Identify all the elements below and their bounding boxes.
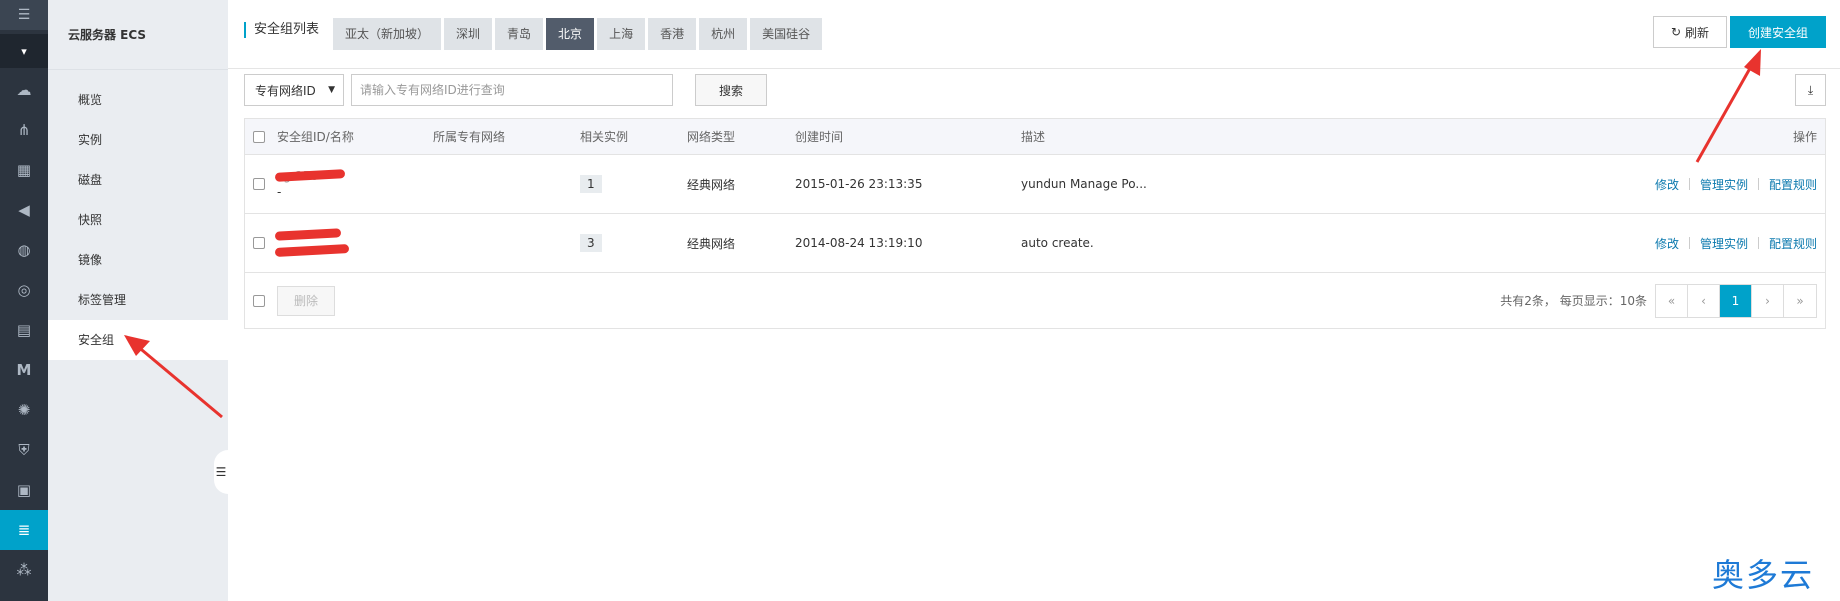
divider [1757, 237, 1759, 249]
configure-rules-link[interactable]: 配置规则 [1769, 176, 1817, 193]
refresh-button[interactable]: ↻ 刷新 [1653, 16, 1727, 48]
menu-icon[interactable]: ☰ [0, 0, 48, 30]
shield-icon[interactable]: ⛨ [0, 430, 48, 470]
divider [1688, 237, 1690, 249]
tab-region-qingdao[interactable]: 青岛 [495, 18, 544, 50]
instance-count[interactable]: 3 [580, 234, 602, 252]
cloud-icon[interactable]: ☁ [0, 70, 48, 110]
sidebar-title: 云服务器 ECS [48, 0, 228, 70]
monitor-icon[interactable]: ▣ [0, 470, 48, 510]
sidebar-item-security-groups[interactable]: 安全组 [48, 320, 228, 360]
sidebar-item-disks[interactable]: 磁盘 [48, 160, 228, 200]
tab-region-silicon-valley[interactable]: 美国硅谷 [750, 18, 823, 50]
export-icon[interactable]: ⤓ [1795, 74, 1826, 106]
tab-region-hongkong[interactable]: 香港 [648, 18, 697, 50]
tab-region-shanghai[interactable]: 上海 [597, 18, 646, 50]
product-sidebar: 云服务器 ECS 概览 实例 磁盘 快照 镜像 标签管理 安全组 ☰ [48, 0, 228, 601]
pagination-summary: 共有2条， 每页显示：10条 [1500, 294, 1647, 308]
tab-region-shenzhen[interactable]: 深圳 [444, 18, 493, 50]
configure-rules-link[interactable]: 配置规则 [1769, 235, 1817, 252]
top-bar: 安全组列表 亚太（新加坡） 深圳 青岛 北京 上海 香港 杭州 美国硅谷 ↻ 刷… [228, 0, 1840, 69]
storage-icon[interactable]: ▤ [0, 310, 48, 350]
next-page-button[interactable]: › [1752, 284, 1784, 317]
sidebar-item-snapshots[interactable]: 快照 [48, 200, 228, 240]
network-icon[interactable]: ⋔ [0, 110, 48, 150]
row-checkbox[interactable] [253, 178, 265, 190]
instance-count[interactable]: 1 [580, 175, 602, 193]
search-input[interactable] [351, 74, 673, 106]
redaction-mark [274, 244, 350, 257]
megaphone-icon[interactable]: ◀ [0, 190, 48, 230]
chevron-down-icon: ▼ [328, 85, 335, 95]
divider [1757, 178, 1759, 190]
sidebar-item-images[interactable]: 镜像 [48, 240, 228, 280]
page-1-button[interactable]: 1 [1720, 284, 1752, 317]
table-row: 3 经典网络 2014-08-24 13:19:10 auto create. … [245, 214, 1825, 273]
edit-link[interactable]: 修改 [1655, 235, 1679, 252]
globe-icon[interactable]: ◍ [0, 230, 48, 270]
manage-instances-link[interactable]: 管理实例 [1700, 235, 1748, 252]
tab-region-hangzhou[interactable]: 杭州 [699, 18, 748, 50]
security-group-table: 安全组ID/名称 所属专有网络 相关实例 网络类型 创建时间 描述 操作 sg-… [244, 118, 1826, 329]
prev-page-button[interactable]: ‹ [1688, 284, 1720, 317]
edit-link[interactable]: 修改 [1655, 176, 1679, 193]
icon-rail: ☰ ▾ ☁ ⋔ ▦ ◀ ◍ ◎ ▤ M ✺ ⛨ ▣ ≣ ⁂ [0, 0, 48, 601]
divider [1688, 178, 1690, 190]
sidebar-item-instances[interactable]: 实例 [48, 120, 228, 160]
filter-type-value: 专有网络ID [255, 83, 316, 98]
delete-button[interactable]: 删除 [277, 285, 335, 316]
security-group-name: - [277, 185, 282, 199]
gear-cloud-icon[interactable]: ✺ [0, 390, 48, 430]
first-page-button[interactable]: « [1656, 284, 1688, 317]
main-content: 安全组列表 亚太（新加坡） 深圳 青岛 北京 上海 香港 杭州 美国硅谷 ↻ 刷… [228, 0, 1840, 601]
table-row: sg-256 - 1 经典网络 2015-01-26 23:13:35 yund… [245, 155, 1825, 214]
column-header: 相关实例 [580, 130, 629, 144]
tab-region-singapore[interactable]: 亚太（新加坡） [333, 18, 442, 50]
chevron-down-icon[interactable]: ▾ [0, 34, 48, 68]
dashboard-icon[interactable]: ▦ [0, 150, 48, 190]
select-all-checkbox[interactable] [253, 130, 265, 143]
table-footer: 删除 共有2条， 每页显示：10条 « ‹ 1 › » [245, 273, 1825, 328]
manage-instances-link[interactable]: 管理实例 [1700, 176, 1748, 193]
column-header: 网络类型 [687, 130, 736, 144]
row-checkbox[interactable] [253, 237, 265, 249]
refresh-label: 刷新 [1685, 25, 1710, 40]
column-header: 所属专有网络 [433, 130, 506, 144]
last-page-button[interactable]: » [1784, 285, 1816, 317]
column-header: 安全组ID/名称 [277, 130, 354, 144]
select-all-checkbox-footer[interactable] [253, 294, 265, 307]
column-header: 描述 [1021, 130, 1046, 144]
dns-icon[interactable]: ◎ [0, 270, 48, 310]
m-icon[interactable]: M [0, 350, 48, 390]
description: yundun Manage Po... [1021, 177, 1147, 191]
redaction-mark [274, 228, 342, 241]
description: auto create. [1021, 236, 1094, 250]
filter-type-select[interactable]: 专有网络ID ▼ [244, 74, 344, 106]
created-time: 2014-08-24 13:19:10 [795, 236, 923, 250]
sidebar-item-overview[interactable]: 概览 [48, 80, 228, 120]
create-security-group-button[interactable]: 创建安全组 [1730, 16, 1826, 48]
column-header: 操作 [1792, 130, 1817, 144]
search-button[interactable]: 搜索 [695, 74, 767, 106]
cluster-icon[interactable]: ⁂ [0, 550, 48, 590]
created-time: 2015-01-26 23:13:35 [795, 177, 923, 191]
tab-region-beijing[interactable]: 北京 [546, 18, 595, 50]
watermark: 奥多云 [1712, 556, 1815, 594]
sidebar-item-tags[interactable]: 标签管理 [48, 280, 228, 320]
table-header: 安全组ID/名称 所属专有网络 相关实例 网络类型 创建时间 描述 操作 [245, 119, 1825, 155]
region-tabs: 亚太（新加坡） 深圳 青岛 北京 上海 香港 杭州 美国硅谷 [333, 18, 825, 50]
network-type: 经典网络 [687, 236, 736, 251]
column-header: 创建时间 [795, 130, 844, 144]
collapse-sidebar-icon[interactable]: ☰ [214, 450, 228, 494]
page-title: 安全组列表 [244, 22, 319, 38]
refresh-icon: ↻ [1670, 25, 1682, 39]
server-icon[interactable]: ≣ [0, 510, 48, 550]
pagination: « ‹ 1 › » [1655, 283, 1817, 318]
network-type: 经典网络 [687, 177, 736, 192]
